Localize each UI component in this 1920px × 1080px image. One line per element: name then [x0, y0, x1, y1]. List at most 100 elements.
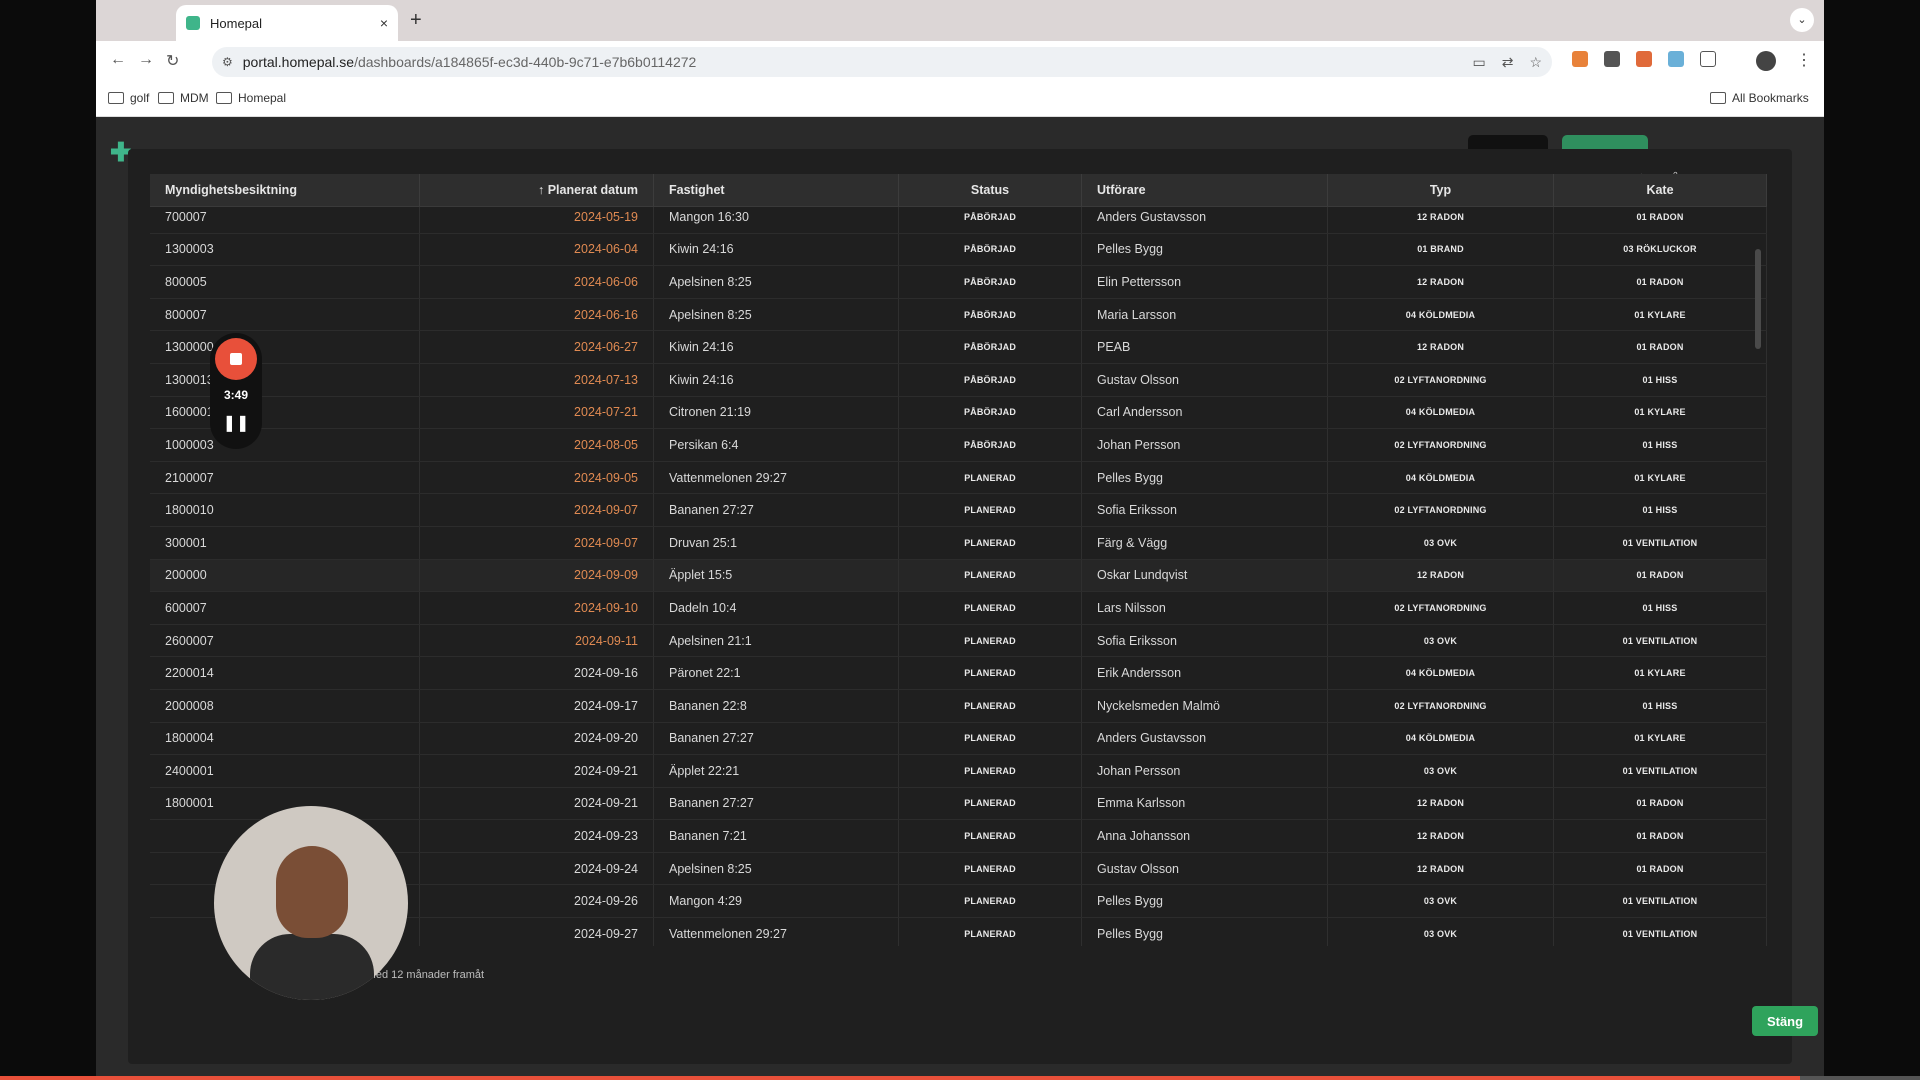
cell-typ: 04 KÖLDMEDIA — [1328, 722, 1554, 755]
table-row[interactable]: 1300013 2024-07-13 Kiwin 24:16 PÅBÖRJAD Gust… — [150, 363, 1767, 397]
cell-status: PLANERAD — [899, 852, 1082, 885]
column-header-myndighetsbesiktning[interactable]: Myndighetsbesiktning — [150, 174, 420, 206]
cell-kategori: 01 RADON — [1554, 266, 1767, 298]
new-tab-icon[interactable]: + — [410, 9, 422, 32]
cell-fastighet-text: Mangon 4:29 — [669, 894, 742, 909]
metamask-extension-icon[interactable] — [1572, 51, 1588, 67]
stop-recording-button[interactable] — [215, 338, 257, 380]
install-app-icon[interactable]: ▭ — [1472, 54, 1485, 71]
all-bookmarks[interactable]: All Bookmarks — [1710, 91, 1809, 105]
cell-kategori: 01 VENTILATION — [1554, 755, 1767, 787]
address-bar[interactable]: ⚙ portal.homepal.se/dashboards/a184865f-… — [212, 47, 1552, 77]
cell-myndighetsbesiktning: 2200014 — [150, 657, 420, 689]
column-header-kategori[interactable]: Kate — [1554, 174, 1767, 206]
cell-myndighetsbesiktning-text: 1800010 — [165, 503, 214, 518]
folder-icon — [108, 92, 124, 104]
cell-planerat-datum-text: 2024-05-19 — [574, 209, 638, 224]
cell-utforare-text: Gustav Olsson — [1097, 372, 1179, 387]
cell-myndighetsbesiktning-text: 1300000 — [165, 340, 214, 355]
cell-fastighet-text: Bananen 27:27 — [669, 731, 754, 746]
cell-status: PÅBÖRJAD — [899, 363, 1082, 396]
cell-planerat-datum: 2024-09-10 — [420, 592, 654, 624]
cell-planerat-datum: 2024-09-16 — [420, 657, 654, 689]
cell-fastighet-text: Bananen 7:21 — [669, 829, 747, 844]
table-row[interactable]: 1800010 2024-09-07 Bananen 27:27 PLANERAD So… — [150, 494, 1767, 527]
extension-icon[interactable] — [1636, 51, 1652, 67]
cell-fastighet: Vattenmelonen 29:27 — [654, 918, 899, 946]
cell-utforare: Johan Persson — [1082, 755, 1328, 787]
table-row[interactable]: 1000003 2024-08-05 Persikan 6:4 PÅBÖRJAD Joh… — [150, 429, 1767, 462]
table-row[interactable]: 800007 2024-06-16 Apelsinen 8:25 PÅBÖRJAD Ma… — [150, 298, 1767, 332]
cell-kategori-badge: 01 RADON — [1636, 211, 1684, 222]
table-row[interactable]: 2600007 2024-09-11 Apelsinen 21:1 PLANERAD S… — [150, 624, 1767, 658]
cell-planerat-datum-text: 2024-06-27 — [574, 340, 638, 355]
table-row[interactable]: 2024-09-23 Bananen 7:21 PLANERAD Anna Johan… — [150, 820, 1767, 853]
tab-close-icon[interactable]: × — [380, 15, 388, 31]
cell-typ-badge: 02 LYFTANORDNING — [1394, 439, 1487, 450]
cell-planerat-datum-text: 2024-06-04 — [574, 242, 638, 257]
tab-search-icon[interactable]: ⌄ — [1790, 8, 1814, 32]
table-row[interactable]: 2000008 2024-09-17 Bananen 22:8 PLANERAD Nyc… — [150, 689, 1767, 723]
column-header-planerat-datum[interactable]: ↑ Planerat datum — [420, 174, 654, 206]
cell-status-badge: PLANERAD — [964, 700, 1016, 711]
column-header-fastighet[interactable]: Fastighet — [654, 174, 899, 206]
table-row[interactable]: 1800001 2024-09-21 Bananen 27:27 PLANERAD Em… — [150, 787, 1767, 821]
column-header-utforare[interactable]: Utförare — [1082, 174, 1328, 206]
cell-status-badge: PLANERAD — [964, 928, 1016, 939]
profile-avatar[interactable] — [1756, 51, 1776, 71]
extension-icon[interactable] — [1604, 51, 1620, 67]
reload-icon[interactable]: ↻ — [166, 51, 179, 71]
table-row[interactable]: 800005 2024-06-06 Apelsinen 8:25 PÅBÖRJAD El… — [150, 266, 1767, 299]
forward-icon[interactable]: → — [138, 51, 154, 69]
pause-icon[interactable]: ❚❚ — [210, 413, 262, 433]
table-row[interactable]: 1300000 2024-06-27 Kiwin 24:16 PÅBÖRJAD PEAB… — [150, 331, 1767, 364]
site-info-icon[interactable]: ⚙ — [222, 55, 233, 69]
cell-kategori: 01 RADON — [1554, 852, 1767, 885]
table-row[interactable]: 1600001 2024-07-21 Citronen 21:19 PÅBÖRJAD C… — [150, 396, 1767, 430]
back-icon[interactable]: ← — [110, 51, 126, 69]
cell-utforare: Pelles Bygg — [1082, 233, 1328, 266]
cell-typ: 12 RADON — [1328, 787, 1554, 820]
browser-tab[interactable]: Homepal × — [176, 5, 398, 41]
cell-status: PLANERAD — [899, 592, 1082, 624]
cell-kategori: 01 HISS — [1554, 592, 1767, 624]
column-header-typ[interactable]: Typ — [1328, 174, 1554, 206]
cell-typ: 03 OVK — [1328, 885, 1554, 918]
table-body: 700007 2024-05-19 Mangon 16:30 PÅBÖRJAD Ande… — [150, 201, 1767, 946]
cell-kategori-badge: 01 HISS — [1642, 505, 1678, 516]
bookmark-mdm[interactable]: MDM — [158, 91, 209, 105]
close-button[interactable]: Stäng — [1752, 1006, 1818, 1036]
table-row[interactable]: 2200014 2024-09-16 Päronet 22:1 PLANERAD Eri… — [150, 657, 1767, 690]
bookmark-star-icon[interactable]: ☆ — [1529, 54, 1542, 71]
cell-fastighet-text: Äpplet 22:21 — [669, 763, 740, 778]
table-row[interactable]: 600007 2024-09-10 Dadeln 10:4 PLANERAD Lars … — [150, 592, 1767, 625]
table-row[interactable]: 1300003 2024-06-04 Kiwin 24:16 PÅBÖRJAD Pell… — [150, 233, 1767, 267]
cell-fastighet-text: Citronen 21:19 — [669, 405, 752, 420]
cell-fastighet-text: Päronet 22:1 — [669, 666, 741, 681]
cell-myndighetsbesiktning-text: 2600007 — [165, 633, 214, 648]
cell-status: PLANERAD — [899, 624, 1082, 657]
table-row[interactable]: 1800004 2024-09-20 Bananen 27:27 PLANERAD An… — [150, 722, 1767, 756]
cell-myndighetsbesiktning: 2100007 — [150, 461, 420, 494]
table-row[interactable]: 2100007 2024-09-05 Vattenmelonen 29:27 PLAN… — [150, 461, 1767, 495]
cell-status: PÅBÖRJAD — [899, 331, 1082, 363]
table-row[interactable]: 300001 2024-09-07 Druvan 25:1 PLANERAD Färg … — [150, 526, 1767, 560]
column-header-status[interactable]: Status — [899, 174, 1082, 206]
table-row[interactable]: 2400001 2024-09-21 Äpplet 22:21 PLANERAD Joh… — [150, 755, 1767, 788]
puzzle-icon[interactable] — [1700, 51, 1716, 67]
cell-utforare-text: Anders Gustavsson — [1097, 209, 1207, 224]
bookmark-homepal[interactable]: Homepal — [216, 91, 286, 105]
video-progress-bar[interactable] — [0, 1076, 1800, 1080]
table-scrollbar[interactable] — [1755, 249, 1761, 349]
cell-status: PLANERAD — [899, 722, 1082, 755]
webcam-bubble[interactable] — [214, 806, 408, 1000]
translate-icon[interactable]: ⇄ — [1502, 54, 1514, 71]
cell-status-badge: PLANERAD — [964, 570, 1016, 581]
cell-planerat-datum-text: 2024-09-27 — [574, 926, 638, 941]
cell-utforare-text: Emma Karlsson — [1097, 796, 1186, 811]
extension-icon[interactable] — [1668, 51, 1684, 67]
cell-utforare-text: Färg & Vägg — [1097, 535, 1168, 550]
table-row[interactable]: 200000 2024-09-09 Äpplet 15:5 PLANERAD Oskar… — [150, 559, 1767, 593]
bookmark-golf[interactable]: golf — [108, 91, 149, 105]
browser-menu-icon[interactable]: ⋮ — [1796, 50, 1812, 70]
